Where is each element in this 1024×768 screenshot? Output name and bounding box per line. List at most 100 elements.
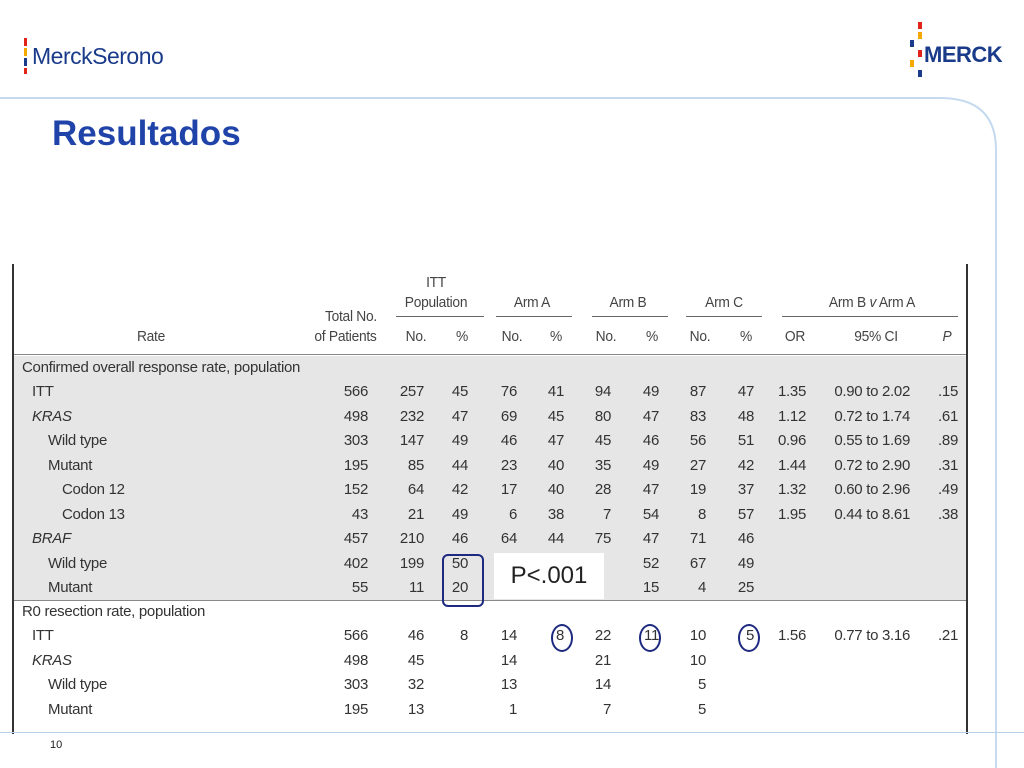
cell-total: 566 (343, 383, 368, 400)
cell-itt-pct: 46 (451, 530, 468, 547)
cell-total: 303 (343, 676, 368, 693)
row-label: Codon 12 (62, 481, 125, 498)
cell-ci: 0.44 to 8.61 (834, 505, 910, 523)
table-row: BRAF 457 210 46 64 44 75 47 71 46 (14, 527, 966, 551)
cell-b-pct: 54 (642, 505, 659, 523)
cell-total: 55 (351, 579, 368, 596)
cell-a-no: 1 (508, 700, 517, 718)
cell-c-no: 56 (689, 432, 706, 449)
header-p: P (942, 328, 952, 345)
cell-c-no: 10 (689, 651, 706, 669)
cell-a-pct: 40 (547, 481, 564, 498)
cell-itt-no: 232 (399, 407, 424, 425)
cell-a-no: 17 (500, 481, 517, 498)
cell-b-pct: 15 (642, 579, 659, 596)
header-itt-line1: ITT (426, 274, 446, 291)
cell-c-no: 5 (697, 700, 706, 718)
header-total-line2: of Patients (314, 328, 377, 345)
arm-c-r0-highlight (738, 624, 760, 652)
cell-itt-no: 13 (407, 700, 424, 718)
header-b-no: No. (595, 328, 617, 345)
cell-c-no: 19 (689, 481, 706, 498)
cell-itt-pct: 49 (451, 432, 468, 449)
header-a-pct: % (549, 328, 562, 345)
cell-a-no: 46 (500, 432, 517, 449)
cell-c-no: 67 (689, 554, 706, 572)
table-row: Wild type 303 147 49 46 47 45 46 56 51 0.96 0.55 to… (14, 429, 966, 453)
cell-or: 1.32 (778, 481, 806, 498)
results-table: ITT Population Arm A Arm B Arm C Arm B v… (12, 264, 968, 734)
cell-b-pct: 47 (642, 481, 659, 498)
cell-b-no: 7 (602, 700, 611, 718)
table-row: Wild type 402 199 50 52 67 49 (14, 552, 966, 576)
header-divider (14, 354, 966, 355)
logo-left-text: MerckSerono (32, 43, 164, 69)
cell-a-pct: 44 (547, 530, 564, 547)
cell-p: .31 (938, 456, 958, 474)
cell-b-no: 22 (594, 627, 611, 644)
cell-total: 498 (343, 651, 368, 669)
row-label: Codon 13 (62, 505, 125, 523)
row-label: ITT (32, 383, 54, 400)
cell-b-pct: 49 (642, 456, 659, 474)
cell-p: .21 (938, 627, 958, 644)
cell-a-no: 23 (500, 456, 517, 474)
header-arm-c: Arm C (705, 294, 743, 311)
cell-c-no: 27 (689, 456, 706, 474)
cell-itt-no: 85 (407, 456, 424, 474)
cell-itt-no: 257 (399, 383, 424, 400)
cell-c-pct: 51 (737, 432, 754, 449)
header-itt-no: No. (405, 328, 427, 345)
row-label: Wild type (48, 432, 107, 449)
cell-b-no: 94 (594, 383, 611, 400)
section-label-row: Confirmed overall response rate, populat… (14, 356, 966, 380)
cell-a-pct: 45 (547, 407, 564, 425)
cell-itt-no: 21 (407, 505, 424, 523)
footer-line (0, 732, 1024, 733)
row-label: Mutant (48, 456, 93, 474)
row-label: Wild type (48, 554, 107, 572)
cell-total: 152 (343, 481, 368, 498)
table-row: Mutant 195 85 44 23 40 35 49 27 42 1.44 0.72 to 2.9… (14, 454, 966, 478)
cell-a-no: 6 (508, 505, 517, 523)
cell-itt-pct: 42 (451, 481, 468, 498)
cell-c-pct: 57 (737, 505, 754, 523)
cell-a-no: 76 (500, 383, 517, 400)
cell-ci: 0.77 to 3.16 (834, 627, 910, 644)
cell-c-no: 8 (697, 505, 706, 523)
cell-a-pct: 40 (547, 456, 564, 474)
cell-b-no: 21 (594, 651, 611, 669)
row-label: Mutant (48, 700, 93, 718)
cell-ci: 0.55 to 1.69 (834, 432, 910, 449)
cell-c-pct: 49 (737, 554, 754, 572)
cell-or: 1.35 (778, 383, 806, 400)
cell-c-pct: 25 (737, 579, 754, 596)
cell-p: .61 (938, 407, 958, 425)
header-c-no: No. (689, 328, 711, 345)
header-a-no: No. (501, 328, 523, 345)
header-arm-b-v-arm-a: Arm B v Arm A (819, 294, 926, 312)
cell-b-pct: 46 (642, 432, 659, 449)
table-row: KRAS 498 232 47 69 45 80 47 83 48 1.12 0.72 to 1.74… (14, 405, 966, 429)
cell-ci: 0.72 to 1.74 (834, 407, 910, 425)
cell-itt-no: 147 (399, 432, 424, 449)
cell-b-no: 14 (594, 676, 611, 693)
cell-or: 1.44 (778, 456, 806, 474)
header-total-line1: Total No. (324, 308, 377, 325)
header-ci: 95% CI (854, 328, 898, 345)
cell-itt-pct: 44 (451, 456, 468, 474)
cell-ci: 0.72 to 2.90 (834, 456, 910, 474)
cell-c-no: 5 (697, 676, 706, 693)
cell-a-pct: 41 (547, 383, 564, 400)
cell-a-no: 14 (500, 651, 517, 669)
header-arm-b: Arm B (609, 294, 647, 311)
cell-itt-no: 46 (407, 627, 424, 644)
header-rate: Rate (136, 328, 166, 345)
cell-or: 1.56 (778, 627, 806, 644)
cell-c-pct: 37 (737, 481, 754, 498)
cell-b-pct: 47 (642, 407, 659, 425)
row-label: KRAS (32, 651, 72, 669)
arm-bva-underline (782, 316, 958, 317)
cell-a-pct: 47 (547, 432, 564, 449)
logo-square-icon (918, 50, 922, 57)
